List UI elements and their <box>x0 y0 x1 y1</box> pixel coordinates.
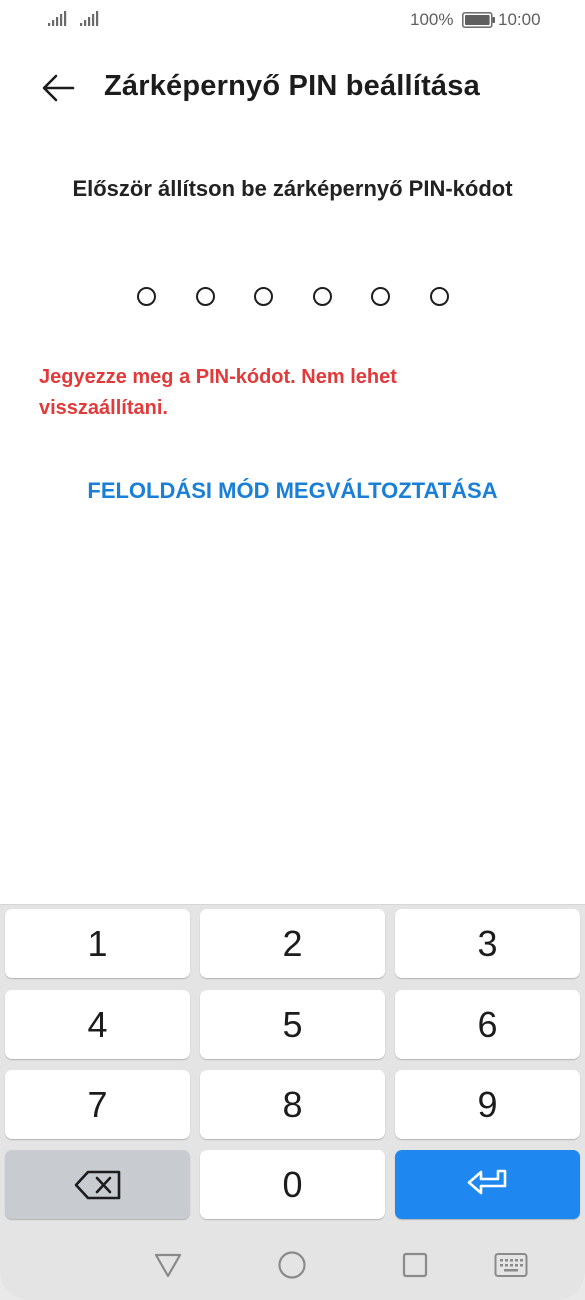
signal-icon <box>80 11 99 26</box>
key-8[interactable]: 8 <box>200 1070 385 1139</box>
keyboard-icon <box>494 1253 528 1277</box>
pin-dot <box>195 287 215 306</box>
clock: 10:00 <box>498 10 541 29</box>
navigation-bar <box>0 1230 585 1300</box>
key-6[interactable]: 6 <box>395 990 580 1059</box>
instruction-text: Először állítson be zárképernyő PIN-kódo… <box>72 176 513 201</box>
battery-icon <box>462 12 495 28</box>
pin-dot <box>254 287 274 306</box>
key-5[interactable]: 5 <box>200 990 385 1059</box>
key-2[interactable]: 2 <box>200 909 385 978</box>
pin-dot <box>371 287 391 306</box>
nav-back-button[interactable] <box>150 1247 186 1283</box>
warning-text: Jegyezze meg a PIN-kódot. Nem lehet viss… <box>39 366 397 419</box>
nav-home-button[interactable] <box>274 1247 310 1283</box>
pin-dot <box>137 287 156 306</box>
key-3[interactable]: 3 <box>395 909 580 978</box>
enter-key[interactable] <box>395 1150 580 1219</box>
circle-home-icon <box>278 1251 306 1279</box>
square-recents-icon <box>402 1252 428 1278</box>
change-unlock-method-link[interactable]: FELOLDÁSI MÓD MEGVÁLTOZTATÁSA <box>0 478 585 504</box>
battery-percent: 100% <box>410 10 454 29</box>
pin-indicator <box>137 287 449 307</box>
key-1[interactable]: 1 <box>5 909 190 978</box>
pin-dot <box>429 287 449 306</box>
pin-dot <box>312 287 332 306</box>
nav-recents-button[interactable] <box>397 1247 433 1283</box>
lock-pin-setup-screen: 100% 10:00 Zárképernyő PIN beállítása El… <box>0 0 585 1300</box>
status-bar: 100% 10:00 <box>0 0 585 40</box>
numeric-keypad: 1 2 3 4 5 6 7 8 9 0 <box>0 904 585 1230</box>
backspace-icon <box>74 1170 120 1199</box>
key-9[interactable]: 9 <box>395 1070 580 1139</box>
back-button[interactable] <box>36 66 80 110</box>
arrow-left-icon <box>42 74 75 102</box>
key-7[interactable]: 7 <box>5 1070 190 1139</box>
nav-keyboard-button[interactable] <box>493 1247 529 1283</box>
backspace-key[interactable] <box>5 1150 190 1219</box>
triangle-back-icon <box>154 1253 182 1278</box>
enter-icon <box>467 1169 506 1194</box>
signal-icon <box>48 11 67 26</box>
key-0[interactable]: 0 <box>200 1150 385 1219</box>
page-title: Zárképernyő PIN beállítása <box>104 70 480 102</box>
key-4[interactable]: 4 <box>5 990 190 1059</box>
